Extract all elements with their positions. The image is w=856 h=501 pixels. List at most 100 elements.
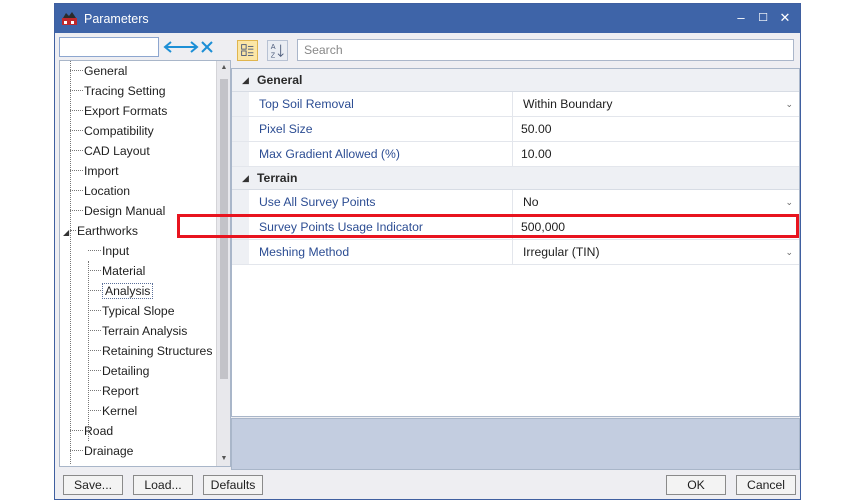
tree-item-label: Road (84, 424, 114, 438)
property-panel: A Z Search ◢ General Top Soil Removal Wi… (231, 37, 800, 470)
tree-item-analysis[interactable]: Analysis (88, 282, 154, 300)
column-divider (512, 142, 513, 167)
property-row[interactable]: Max Gradient Allowed (%) 10.00 (232, 142, 799, 167)
property-value[interactable]: 50.00 (521, 117, 552, 142)
tree-item-terrain-analysis[interactable]: Terrain Analysis (88, 322, 187, 340)
collapse-triangle-icon[interactable]: ◢ (63, 224, 70, 242)
categorized-view-icon[interactable] (237, 40, 258, 61)
alphabetical-sort-icon[interactable]: A Z (267, 40, 288, 61)
tree-item-label: General (84, 64, 128, 78)
tree-item-tracing-setting[interactable]: Tracing Setting (70, 82, 166, 100)
tree-item-location[interactable]: Location (70, 182, 130, 200)
tree-filter-input[interactable] (59, 37, 159, 57)
column-divider (512, 190, 513, 215)
close-button[interactable]: ✕ (774, 7, 796, 29)
tree-item-detailing[interactable]: Detailing (88, 362, 149, 380)
column-divider (512, 117, 513, 142)
tree-item-label: Report (102, 384, 139, 398)
scroll-up-icon[interactable]: ▲ (217, 61, 231, 75)
parameters-window: Parameters – ☐ ✕ General Tracing Setting… (54, 3, 801, 500)
tree-item-label: Kernel (102, 404, 138, 418)
tree-item-label: Location (84, 184, 131, 198)
tree-item-label: Tracing Setting (84, 84, 166, 98)
column-divider (512, 215, 513, 240)
tree-item-label: Analysis (102, 283, 154, 299)
tree-item-label: Typical Slope (102, 304, 175, 318)
property-row[interactable]: Pixel Size 50.00 (232, 117, 799, 142)
tree-item-label: Detailing (102, 364, 150, 378)
tree-item-drainage[interactable]: Drainage (70, 442, 133, 460)
load-button[interactable]: Load... (133, 475, 193, 495)
collapse-triangle-icon[interactable]: ◢ (242, 167, 249, 190)
property-grid: ◢ General Top Soil Removal Within Bounda… (231, 68, 800, 417)
tree-item-import[interactable]: Import (70, 162, 119, 180)
chevron-down-icon[interactable]: ⌄ (785, 190, 793, 215)
tree-item-material[interactable]: Material (88, 262, 145, 280)
defaults-button[interactable]: Defaults (203, 475, 263, 495)
scroll-down-icon[interactable]: ▼ (217, 452, 231, 466)
tree-item-label: Compatibility (84, 124, 154, 138)
search-input[interactable]: Search (297, 39, 794, 61)
tree-item-general[interactable]: General (70, 62, 127, 80)
tree-item-export-formats[interactable]: Export Formats (70, 102, 167, 120)
category-label: Terrain (257, 171, 298, 185)
tree-item-label: Design Manual (84, 204, 166, 218)
property-name: Survey Points Usage Indicator (259, 220, 423, 234)
expand-width-icon[interactable] (162, 37, 200, 57)
property-value[interactable]: Irregular (TIN) (523, 240, 600, 265)
tree-item-label: Material (102, 264, 146, 278)
property-name: Pixel Size (259, 122, 313, 136)
cancel-button[interactable]: Cancel (736, 475, 796, 495)
title-bar[interactable]: Parameters – ☐ ✕ (55, 4, 800, 33)
tree-item-report[interactable]: Report (88, 382, 139, 400)
category-general[interactable]: ◢ General (232, 69, 799, 92)
property-row[interactable]: Top Soil Removal Within Boundary ⌄ (232, 92, 799, 117)
minimize-button[interactable]: – (730, 7, 752, 29)
property-row[interactable]: Use All Survey Points No ⌄ (232, 190, 799, 215)
tree-item-label: Drainage (84, 444, 134, 458)
tree-item-earthworks[interactable]: ◢ Earthworks (63, 222, 138, 240)
property-name: Max Gradient Allowed (%) (259, 147, 400, 161)
save-button[interactable]: Save... (63, 475, 123, 495)
tree-item-label: Retaining Structures (102, 344, 213, 358)
tree-item-cad-layout[interactable]: CAD Layout (70, 142, 150, 160)
category-label: General (257, 73, 303, 87)
window-title: Parameters (84, 12, 149, 26)
property-value[interactable]: 10.00 (521, 142, 552, 167)
property-value[interactable]: No (523, 190, 539, 215)
parameters-tree: General Tracing Setting Export Formats C… (59, 60, 231, 467)
property-value[interactable]: Within Boundary (523, 92, 612, 117)
property-value[interactable]: 500,000 (521, 215, 565, 240)
tree-item-typical-slope[interactable]: Typical Slope (88, 302, 175, 320)
tree-item-label: Input (102, 244, 130, 258)
svg-text:Z: Z (271, 50, 276, 59)
tree-item-design-manual[interactable]: Design Manual (70, 202, 165, 220)
category-terrain[interactable]: ◢ Terrain (232, 167, 799, 190)
collapse-triangle-icon[interactable]: ◢ (242, 69, 249, 92)
tree-item-label: CAD Layout (84, 144, 150, 158)
tree-item-road[interactable]: Road (70, 422, 113, 440)
tree-scrollbar[interactable]: ▲ ▼ (216, 61, 230, 466)
tree-item-kernel[interactable]: Kernel (88, 402, 137, 420)
column-divider (512, 92, 513, 117)
property-name: Top Soil Removal (259, 97, 354, 111)
maximize-button[interactable]: ☐ (752, 7, 774, 29)
chevron-down-icon[interactable]: ⌄ (785, 92, 793, 117)
description-pane (231, 418, 800, 470)
app-icon (62, 12, 77, 25)
scroll-thumb[interactable] (220, 79, 228, 379)
chevron-down-icon[interactable]: ⌄ (785, 240, 793, 265)
property-row[interactable]: Survey Points Usage Indicator 500,000 (232, 215, 799, 240)
tree-item-label: Export Formats (84, 104, 168, 118)
property-name: Use All Survey Points (259, 195, 376, 209)
tree-item-retaining-structures[interactable]: Retaining Structures (88, 342, 212, 360)
tree-item-compatibility[interactable]: Compatibility (70, 122, 154, 140)
tree-item-input[interactable]: Input (88, 242, 129, 260)
property-name: Meshing Method (259, 245, 350, 259)
column-divider (512, 240, 513, 265)
navigation-panel: General Tracing Setting Export Formats C… (59, 37, 231, 467)
property-row[interactable]: Meshing Method Irregular (TIN) ⌄ (232, 240, 799, 265)
ok-button[interactable]: OK (666, 475, 726, 495)
clear-filter-icon[interactable] (200, 37, 214, 57)
tree-item-label: Import (84, 164, 119, 178)
